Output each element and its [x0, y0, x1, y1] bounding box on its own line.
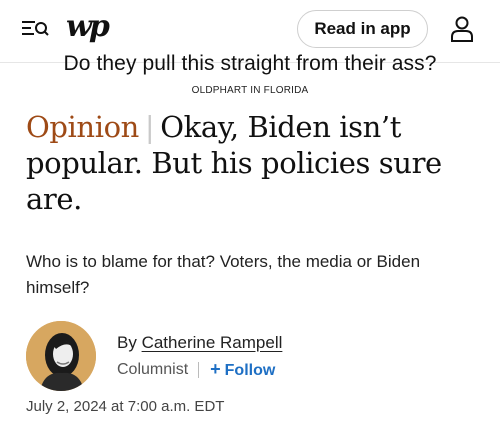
author-role-row: Columnist + Follow [117, 359, 275, 380]
opinion-kicker[interactable]: Opinion [26, 110, 139, 144]
author-avatar[interactable] [26, 321, 96, 391]
menu-search-icon[interactable] [20, 17, 50, 41]
meme-caption: Do they pull this straight from their as… [63, 52, 437, 75]
byline-prefix: By [117, 333, 137, 352]
role-divider [198, 361, 200, 378]
washington-post-logo[interactable]: wp [66, 9, 110, 44]
user-icon[interactable] [449, 15, 475, 43]
article-headline: Opinion | Okay, Biden isn’t popular. But h… [26, 109, 486, 217]
watermark-text: OLDPHART IN FLORIDA [191, 85, 309, 96]
follow-label: Follow [224, 362, 276, 379]
byline: By Catherine Rampell [117, 333, 282, 353]
author-link[interactable]: Catherine Rampell [142, 333, 283, 352]
author-photo-icon [26, 321, 96, 391]
plus-icon: + [210, 359, 221, 379]
read-in-app-button[interactable]: Read in app [297, 10, 428, 48]
kicker-separator: | [144, 110, 155, 144]
article-subheadline: Who is to blame for that? Voters, the me… [26, 252, 421, 297]
author-role: Columnist [117, 360, 189, 378]
follow-button[interactable]: + Follow [210, 359, 275, 380]
publish-timestamp: July 2, 2024 at 7:00 a.m. EDT [26, 398, 225, 415]
